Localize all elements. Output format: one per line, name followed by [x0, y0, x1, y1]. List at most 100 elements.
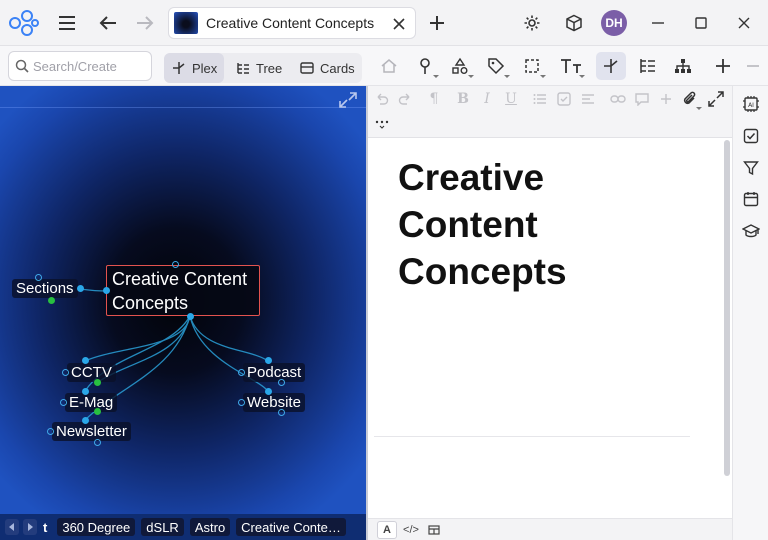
svg-text:AI: AI	[748, 102, 754, 109]
link-handle[interactable]	[103, 287, 110, 294]
breadcrumb: t 360 Degree dSLR Astro Creative Conte…	[0, 514, 366, 540]
select-icon[interactable]	[517, 52, 547, 80]
link-handle[interactable]	[47, 428, 54, 435]
link-handle[interactable]	[278, 409, 285, 416]
new-tab-plus-icon[interactable]	[424, 10, 450, 36]
link-handle[interactable]	[77, 285, 84, 292]
breadcrumb-item[interactable]: t	[43, 520, 47, 535]
main-node[interactable]: Creative Content Concepts	[106, 265, 260, 316]
link-handle[interactable]	[278, 379, 285, 386]
undo-icon[interactable]	[372, 89, 392, 109]
redo-icon[interactable]	[395, 89, 415, 109]
gear-icon[interactable]	[519, 10, 545, 36]
pin-icon[interactable]	[410, 52, 440, 80]
document-editor[interactable]: Creative Content Concepts	[368, 138, 724, 518]
link-handle[interactable]	[82, 417, 89, 424]
tab-thumbnail	[174, 12, 198, 34]
link-handle[interactable]	[265, 357, 272, 364]
text-mode-button[interactable]: A	[377, 521, 397, 539]
paragraph-icon[interactable]: ¶	[424, 89, 444, 109]
shapes-icon[interactable]	[445, 52, 475, 80]
search-box[interactable]	[8, 51, 152, 81]
menu-icon[interactable]	[54, 10, 80, 36]
maximize-icon[interactable]	[688, 10, 714, 36]
close-icon[interactable]	[389, 14, 409, 34]
comment-icon[interactable]	[632, 89, 652, 109]
cube-icon[interactable]	[561, 10, 587, 36]
search-input[interactable]	[33, 58, 145, 74]
main-toolbar: Plex Tree Cards	[0, 46, 768, 86]
main-node-line2: Concepts	[112, 293, 189, 313]
minimize-icon[interactable]	[645, 10, 671, 36]
tree-icon	[237, 63, 249, 74]
bullet-list-icon[interactable]	[530, 89, 550, 109]
node-podcast[interactable]: Podcast	[243, 363, 306, 382]
fullscreen-icon[interactable]	[706, 89, 726, 109]
link-handle[interactable]	[62, 369, 69, 376]
breadcrumb-next-icon[interactable]	[23, 519, 37, 535]
plex-map[interactable]: Creative Content Concepts Sections CCTV …	[0, 86, 366, 514]
add-plus-icon[interactable]	[708, 52, 738, 80]
link-handle[interactable]	[94, 408, 101, 415]
hierarchy-icon[interactable]	[668, 52, 698, 80]
checkbox-icon[interactable]	[741, 126, 761, 146]
filter-icon[interactable]	[741, 158, 761, 178]
text-size-icon[interactable]	[556, 52, 586, 80]
editor-scrollbar[interactable]	[724, 140, 730, 476]
align-icon[interactable]	[578, 89, 598, 109]
italic-icon[interactable]: I	[477, 89, 497, 109]
node-sections[interactable]: Sections	[12, 279, 78, 298]
title-line: Creative	[398, 157, 545, 198]
ai-icon[interactable]: AI	[741, 94, 761, 114]
link-handle[interactable]	[35, 274, 42, 281]
plex-view-icon[interactable]	[596, 52, 626, 80]
calendar-icon[interactable]	[741, 189, 761, 209]
link-handle[interactable]	[94, 439, 101, 446]
tab-cards[interactable]: Cards	[294, 53, 360, 83]
link-handle[interactable]	[82, 388, 89, 395]
link-handle[interactable]	[94, 379, 101, 386]
link-handle[interactable]	[187, 313, 194, 320]
checklist-icon[interactable]	[554, 89, 574, 109]
more-options-icon[interactable]	[372, 114, 392, 134]
link-handle[interactable]	[82, 357, 89, 364]
document-title[interactable]: Creative Content Concepts	[398, 154, 698, 295]
link-handle[interactable]	[265, 388, 272, 395]
link-handle[interactable]	[238, 399, 245, 406]
insert-plus-icon[interactable]	[656, 89, 676, 109]
right-sidebar: AI	[732, 86, 768, 540]
attachment-icon[interactable]	[680, 89, 702, 110]
node-cctv[interactable]: CCTV	[67, 363, 116, 382]
node-e-mag[interactable]: E-Mag	[65, 393, 118, 412]
link-handle[interactable]	[172, 261, 179, 268]
app-logo-icon[interactable]	[6, 8, 40, 38]
breadcrumb-prev-icon[interactable]	[5, 519, 19, 535]
breadcrumb-item[interactable]: dSLR	[141, 518, 184, 536]
code-mode-button[interactable]: </>	[401, 521, 421, 539]
cards-icon	[300, 62, 314, 74]
split-view-icon[interactable]	[424, 521, 444, 539]
underline-icon[interactable]: U	[501, 89, 521, 109]
window-close-icon[interactable]	[731, 10, 757, 36]
link-handle[interactable]	[238, 369, 245, 376]
link-handle[interactable]	[60, 399, 67, 406]
bold-icon[interactable]: B	[453, 89, 473, 109]
tag-icon[interactable]	[481, 52, 511, 80]
forward-arrow-icon[interactable]	[132, 10, 158, 36]
node-website[interactable]: Website	[243, 393, 305, 412]
home-icon[interactable]	[374, 52, 404, 80]
breadcrumb-item[interactable]: 360 Degree	[57, 518, 136, 536]
document-tab[interactable]: Creative Content Concepts	[168, 7, 416, 39]
minus-icon[interactable]	[742, 52, 764, 80]
graduation-cap-icon[interactable]	[741, 221, 761, 241]
tree-view-icon[interactable]	[633, 52, 663, 80]
link-handle[interactable]	[48, 297, 55, 304]
user-avatar[interactable]: DH	[601, 10, 627, 36]
back-arrow-icon[interactable]	[95, 10, 121, 36]
breadcrumb-item[interactable]: Astro	[189, 518, 231, 536]
breadcrumb-item[interactable]: Creative Conte…	[236, 518, 346, 536]
node-newsletter[interactable]: Newsletter	[52, 422, 131, 441]
tab-plex[interactable]: Plex	[164, 53, 224, 83]
tab-tree[interactable]: Tree	[230, 53, 290, 83]
link-icon[interactable]	[608, 89, 628, 109]
